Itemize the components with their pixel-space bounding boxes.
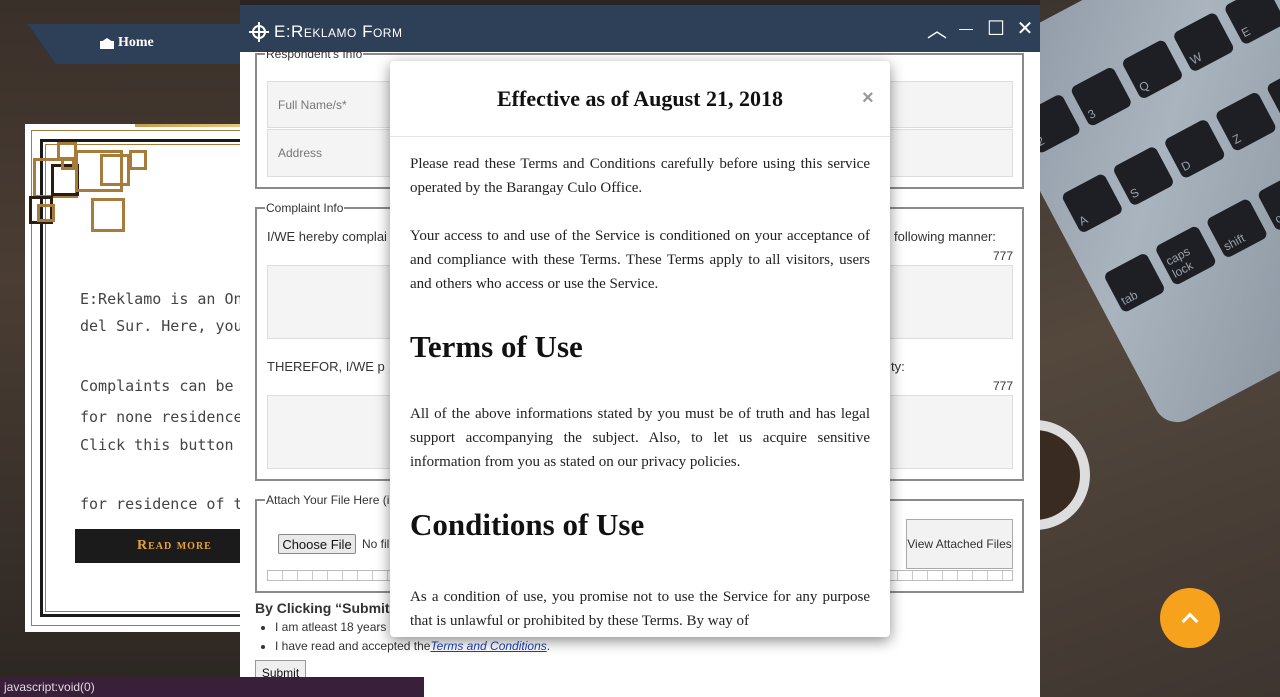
key: S [1111, 145, 1176, 207]
card-text-line: Complaints can be [80, 377, 234, 395]
modal-title: Effective as of August 21, 2018 [497, 86, 783, 111]
view-attached-files-button[interactable]: View Attached Files [906, 519, 1013, 569]
home-link[interactable]: Home [100, 35, 154, 51]
conditions-of-use-heading: Conditions of Use [410, 507, 645, 542]
home-icon [100, 37, 114, 49]
modal-paragraph: All of the above informations stated by … [410, 406, 870, 470]
close-window-button[interactable]: ✕ [1014, 17, 1036, 40]
modal-header: Effective as of August 21, 2018 × [390, 61, 890, 137]
crosshair-icon [249, 22, 269, 42]
key: 2 [1040, 93, 1082, 155]
info-card: E:Reklamo is an On del Sur. Here, you Co… [25, 124, 255, 632]
minimize-button[interactable]: — [955, 17, 977, 39]
deco-square [100, 154, 130, 186]
agreement-terms-prefix: I have read and accepted the [275, 639, 431, 653]
therefore-label: THEREFOR, I/WE p [267, 359, 385, 374]
deco-square [37, 204, 55, 222]
complaint-legend: Complaint Info [266, 201, 344, 215]
key: E [1223, 0, 1280, 46]
background-right: 2 3 Q W E A S D Z X tab caps lock shift … [1040, 0, 1280, 697]
window-title: E:Reklamo Form [274, 22, 403, 41]
key: Z [1214, 90, 1278, 153]
mug-image [1040, 420, 1090, 530]
agreement-heading: By Clicking “Submit” [255, 600, 397, 616]
browser-status-bar: javascript:void(0) [0, 677, 424, 697]
modal-body: Please read these Terms and Conditions c… [410, 152, 870, 633]
scroll-top-button[interactable] [1160, 588, 1220, 648]
card-text-line: Click this button [80, 436, 234, 454]
modal-paragraph: Please read these Terms and Conditions c… [410, 156, 870, 196]
read-more-button[interactable]: Read more [75, 529, 255, 563]
therefore-end-label: ty: [891, 359, 905, 374]
deco-square [129, 150, 147, 170]
choose-file-button[interactable]: Choose File [278, 534, 356, 554]
char-counter: 777 [993, 249, 1014, 263]
modal-paragraph: Your access to and use of the Service is… [410, 228, 870, 292]
card-text-line: E:Reklamo is an On [80, 290, 243, 308]
card-text-line: for none residence [80, 408, 243, 426]
terms-modal: Effective as of August 21, 2018 × Please… [390, 61, 890, 637]
key: shift [1205, 197, 1269, 259]
home-label: Home [118, 35, 154, 50]
maximize-button[interactable]: ☐ [985, 17, 1007, 40]
key: D [1163, 118, 1227, 180]
terms-of-use-heading: Terms of Use [410, 329, 583, 364]
attach-legend: Attach Your File Here (i [266, 493, 390, 507]
card-text-line: del Sur. Here, you [80, 317, 243, 335]
card-text-line: for residence of t [80, 495, 243, 513]
modal-paragraph: As a condition of use, you promise not t… [410, 589, 870, 629]
gold-accent-bar [135, 124, 255, 127]
complaint-intro-label: I/WE hereby complai [267, 229, 387, 244]
terms-link[interactable]: Terms and Conditions [430, 639, 546, 653]
no-file-text: No fil [362, 537, 390, 551]
agreement-item-terms: I have read and accepted theTerms and Co… [275, 639, 550, 653]
respondent-legend: Respondent's Info [266, 47, 363, 61]
chevron-up-icon [1181, 612, 1199, 630]
deco-square [61, 158, 75, 170]
modal-close-button[interactable]: × [862, 87, 874, 110]
window-header: E:Reklamo Form ︿ — ☐ ✕ [240, 5, 1040, 52]
key: caps lock [1154, 224, 1218, 287]
collapse-button[interactable]: ︿ [926, 17, 948, 42]
char-counter: 777 [993, 379, 1014, 393]
complaint-intro-end-label: following manner: [894, 229, 996, 244]
agreement-terms-suffix: . [546, 639, 551, 653]
deco-square [91, 198, 125, 232]
